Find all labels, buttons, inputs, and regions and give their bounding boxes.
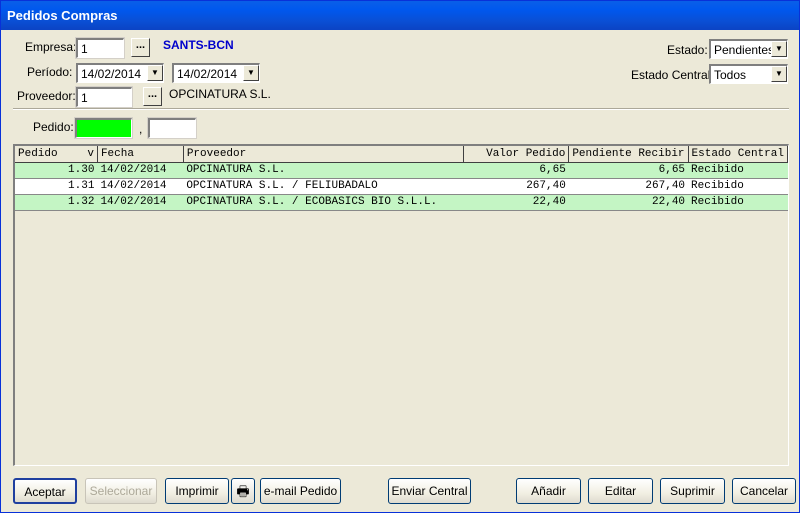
proveedor-input[interactable]: 1	[75, 86, 133, 108]
chevron-down-icon[interactable]: ▼	[147, 65, 163, 81]
col-header-fecha[interactable]: Fecha	[97, 146, 184, 163]
email-pedido-button[interactable]: e-mail Pedido	[260, 478, 341, 504]
cell-estado-central: Recibido	[688, 194, 788, 211]
grid-header-row: Pedido v Fecha Proveedor Valor Pedido Pen…	[15, 146, 789, 163]
chevron-down-icon[interactable]: ▼	[771, 41, 787, 57]
window-title: Pedidos Compras	[7, 8, 118, 23]
cell-pedido: 1.31	[15, 178, 98, 195]
estado-central-select[interactable]: Todos ▼	[709, 64, 788, 84]
aceptar-button[interactable]: Aceptar	[13, 478, 77, 504]
proveedor-name: OPCINATURA S.L.	[169, 87, 271, 101]
cell-pedido: 1.32	[15, 194, 98, 211]
editar-button[interactable]: Editar	[588, 478, 653, 504]
cell-estado-central: Recibido	[688, 162, 788, 179]
estado-select[interactable]: Pendientes ▼	[709, 39, 788, 59]
empresa-input[interactable]: 1	[75, 37, 125, 59]
anadir-button[interactable]: Añadir	[516, 478, 581, 504]
cell-pendiente-recibir: 6,65	[568, 162, 689, 179]
cell-proveedor: OPCINATURA S.L. / FELIUBADALO	[183, 178, 464, 195]
estado-value: Pendientes	[714, 43, 775, 57]
separator	[13, 108, 789, 110]
cell-valor-pedido: 22,40	[463, 194, 569, 211]
empresa-lookup-button[interactable]: ...	[131, 38, 150, 57]
col-header-pendiente-recibir[interactable]: Pendiente Recibir	[568, 146, 689, 163]
chevron-down-icon[interactable]: ▼	[243, 65, 259, 81]
pedidos-table: Pedido v Fecha Proveedor Valor Pedido Pen…	[15, 146, 789, 211]
pedidos-compras-window: Pedidos Compras Empresa: 1 ... SANTS-BCN…	[0, 0, 800, 513]
estado-central-label: Estado Central:	[631, 68, 714, 82]
printer-icon[interactable]: 🖶	[231, 478, 255, 504]
table-row[interactable]: 1.30 14/02/2014 OPCINATURA S.L. 6,65 6,65 Rec…	[15, 162, 788, 179]
cell-fecha: 14/02/2014	[97, 178, 184, 195]
cancelar-button[interactable]: Cancelar	[732, 478, 796, 504]
proveedor-lookup-button[interactable]: ...	[143, 87, 162, 106]
pedidos-grid[interactable]: Pedido v Fecha Proveedor Valor Pedido Pen…	[13, 144, 789, 466]
periodo-from-select[interactable]: 14/02/2014 ▼	[76, 63, 164, 83]
periodo-to-value: 14/02/2014	[177, 67, 238, 81]
suprimir-button[interactable]: Suprimir	[660, 478, 725, 504]
pedido-number-input[interactable]	[147, 117, 197, 139]
estado-label: Estado:	[667, 43, 708, 57]
imprimir-button[interactable]: Imprimir	[165, 478, 229, 504]
cell-proveedor: OPCINATURA S.L. / ECOBASICS BIO S.L.L.	[183, 194, 464, 211]
cell-valor-pedido: 6,65	[463, 162, 569, 179]
cell-valor-pedido: 267,40	[463, 178, 569, 195]
title-bar[interactable]: Pedidos Compras	[1, 1, 799, 30]
proveedor-label: Proveedor:	[17, 89, 76, 103]
enviar-central-button[interactable]: Enviar Central	[388, 478, 471, 504]
chevron-down-icon[interactable]: ▼	[771, 66, 787, 82]
periodo-label: Período:	[27, 65, 73, 79]
col-header-valor-pedido[interactable]: Valor Pedido	[463, 146, 570, 163]
pedido-label: Pedido:	[33, 120, 74, 134]
empresa-name: SANTS-BCN	[163, 38, 234, 52]
periodo-to-select[interactable]: 14/02/2014 ▼	[172, 63, 260, 83]
periodo-from-value: 14/02/2014	[81, 67, 142, 81]
table-row[interactable]: 1.31 14/02/2014 OPCINATURA S.L. / FELIUBAD…	[15, 178, 788, 195]
cell-estado-central: Recibido	[688, 178, 788, 195]
cell-proveedor: OPCINATURA S.L.	[183, 162, 464, 179]
table-row[interactable]: 1.32 14/02/2014 OPCINATURA S.L. / ECOBASIC…	[15, 194, 788, 211]
cell-pendiente-recibir: 22,40	[568, 194, 689, 211]
cell-fecha: 14/02/2014	[97, 194, 184, 211]
empresa-label: Empresa:	[25, 40, 77, 54]
cell-pendiente-recibir: 267,40	[568, 178, 689, 195]
cell-fecha: 14/02/2014	[97, 162, 184, 179]
pedido-separator: ,	[139, 122, 143, 136]
col-header-estado-central[interactable]: Estado Central	[688, 146, 789, 163]
estado-central-value: Todos	[714, 68, 747, 82]
col-header-pedido[interactable]: Pedido v	[15, 146, 98, 163]
cell-pedido: 1.30	[15, 162, 98, 179]
col-header-proveedor[interactable]: Proveedor	[183, 146, 465, 163]
pedido-serie-input[interactable]	[74, 117, 133, 139]
seleccionar-button[interactable]: Seleccionar	[85, 478, 157, 504]
